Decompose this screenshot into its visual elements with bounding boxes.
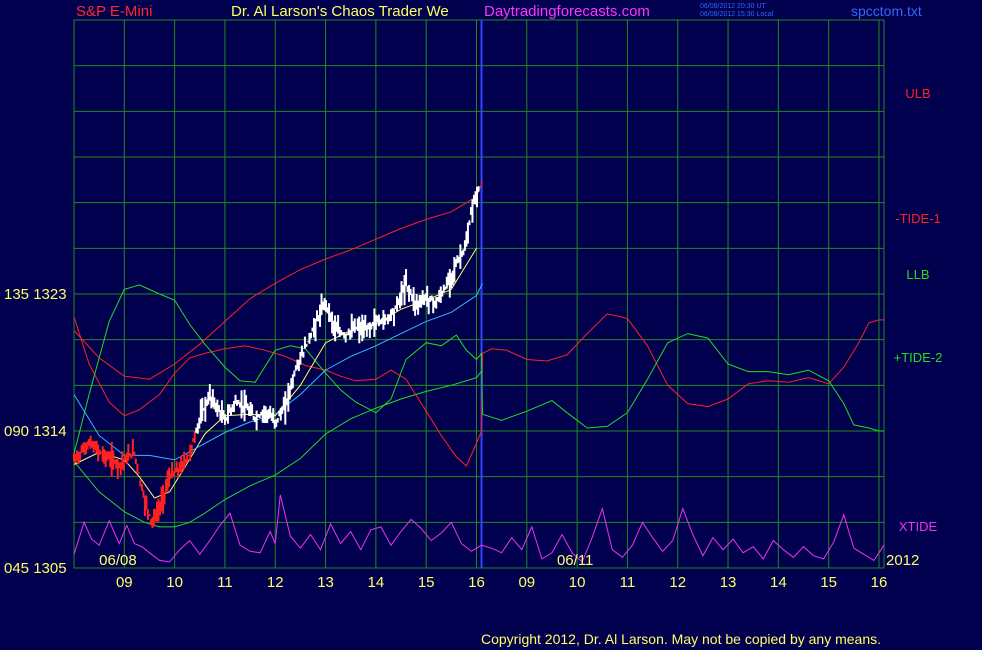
copyright-notice: Copyright 2012, Dr. Al Larson. May not b… [481, 631, 882, 647]
day-label: 06/11 [557, 552, 593, 569]
chart-area: 135 1323 090 1314 045 1305 09 10 11 12 13 14 15 16… [4, 19, 943, 591]
series-line-ma-slow [73, 283, 483, 461]
x-tick-label: 10 [569, 574, 586, 591]
legend-item: ULB [905, 86, 930, 101]
y-axis-label: 135 1323 [4, 286, 67, 303]
year-label: 2012 [886, 552, 919, 569]
x-tick-label: 13 [317, 574, 334, 591]
x-tick-label: 15 [418, 574, 435, 591]
day-label: 06/08 [99, 552, 137, 569]
x-tick-label: 14 [770, 574, 787, 591]
x-tick-label: 15 [820, 574, 837, 591]
series-lines [73, 181, 885, 563]
legend: ULB -TIDE-1 LLB +TIDE-2 XTIDE [894, 86, 943, 534]
x-tick-label: 16 [871, 574, 888, 591]
legend-item: XTIDE [899, 519, 938, 534]
grid [73, 19, 885, 569]
legend-item: +TIDE-2 [894, 350, 943, 365]
axis-labels: 135 1323 090 1314 045 1305 09 10 11 12 13 14 15 16… [4, 286, 919, 591]
x-tick-label: 11 [620, 574, 636, 591]
series-line-xtide [73, 494, 885, 563]
series-line-llb [73, 369, 483, 528]
x-tick-label: 09 [116, 574, 133, 591]
x-tick-label: 12 [267, 574, 284, 591]
y-axis-label: 090 1314 [4, 423, 67, 440]
x-tick-label: 14 [368, 574, 385, 591]
x-tick-label: 11 [217, 574, 233, 591]
x-tick-label: 10 [166, 574, 183, 591]
x-tick-label: 13 [720, 574, 737, 591]
series-line-tide-1 [73, 313, 884, 467]
x-tick-label: 09 [518, 574, 535, 591]
x-tick-label: 12 [669, 574, 686, 591]
legend-item: -TIDE-1 [895, 211, 941, 226]
x-tick-label: 16 [468, 574, 485, 591]
y-axis-label: 045 1305 [4, 560, 67, 577]
legend-item: LLB [906, 267, 929, 282]
